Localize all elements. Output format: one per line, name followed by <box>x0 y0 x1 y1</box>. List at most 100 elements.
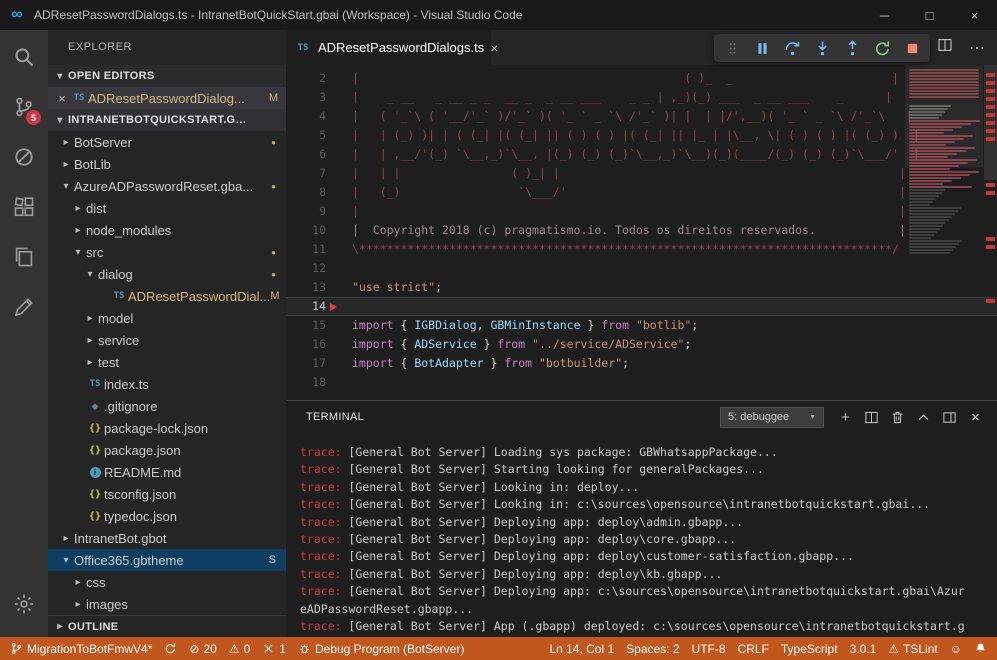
minimap[interactable] <box>905 65 983 400</box>
editor[interactable]: 2| ( )_ _ |3| _ __ _ __ _ _ __ _ _ __ __… <box>286 65 997 400</box>
code-line-9[interactable]: 9| | <box>286 202 997 221</box>
status-language-mode[interactable]: TypeScript <box>775 637 844 660</box>
settings-icon[interactable] <box>0 579 48 629</box>
step-over-icon[interactable] <box>777 35 807 61</box>
tree-item-azureadpasswordreset-gba[interactable]: ▾AzureADPasswordReset.gba...● <box>48 175 286 197</box>
tree-item-botserver[interactable]: ▸BotServer● <box>48 131 286 153</box>
gutter <box>326 145 352 164</box>
tab-terminal[interactable]: TERMINAL <box>298 411 372 423</box>
tree-item-office365-gbtheme[interactable]: ▾Office365.gbthemeS <box>48 549 286 571</box>
code-line-3[interactable]: 3| _ __ _ __ _ _ __ _ _ __ ___ _ _ | ,_)… <box>286 88 997 107</box>
tree-item-model[interactable]: ▸model <box>48 307 286 329</box>
step-out-icon[interactable] <box>837 35 867 61</box>
terminal-output[interactable]: trace: [General Bot Server] Loading sys … <box>286 433 997 637</box>
status-errors[interactable]: ⊘20 <box>183 637 222 660</box>
maximize-panel-icon[interactable] <box>914 407 933 427</box>
status-indentation[interactable]: Spaces: 2 <box>620 637 685 660</box>
tree-item-label: dialog <box>98 267 133 282</box>
code-line-11[interactable]: 11\*************************************… <box>286 240 997 259</box>
workspace-header[interactable]: ▾ INTRANETBOTQUICKSTART.GBAI (WO... <box>48 109 286 131</box>
code-line-13[interactable]: 13"use strict"; <box>286 278 997 297</box>
status-encoding[interactable]: UTF-8 <box>686 637 732 660</box>
minimap-line <box>909 69 979 71</box>
tree-item-readme-md[interactable]: iREADME.md <box>48 461 286 483</box>
new-terminal-icon[interactable]: + <box>836 407 855 427</box>
terminal-selector[interactable]: 5: debuggee ▼ <box>720 407 824 428</box>
step-into-icon[interactable] <box>807 35 837 61</box>
code-line-5[interactable]: 5| | (_) )| | ( (_| |( (_| || ( ) ( ) |(… <box>286 126 997 145</box>
code-line-15[interactable]: 15import { IGBDialog, GBMinInstance } fr… <box>286 316 997 335</box>
split-editor-icon[interactable] <box>937 37 953 58</box>
status-cursor-position[interactable]: Ln 14, Col 1 <box>543 637 620 660</box>
edits-icon[interactable] <box>0 282 48 332</box>
tree-item-botlib[interactable]: ▸BotLib <box>48 153 286 175</box>
token: } <box>477 337 498 351</box>
minimap-line <box>909 216 952 218</box>
status-notifications[interactable] <box>968 637 993 660</box>
maximize-button[interactable]: □ <box>907 0 952 30</box>
more-actions-icon[interactable]: ⋯ <box>969 38 985 58</box>
kill-terminal-icon[interactable] <box>888 407 907 427</box>
tree-item-label: service <box>98 333 139 348</box>
tree-item-package-json[interactable]: {}package.json <box>48 439 286 461</box>
window-title: ADResetPasswordDialogs.ts - IntranetBotQ… <box>34 8 522 22</box>
code-line-8[interactable]: 8| (_) `\___/' | <box>286 183 997 202</box>
pause-icon[interactable] <box>747 35 777 61</box>
overview-ruler[interactable] <box>983 65 997 400</box>
extensions-icon[interactable] <box>0 182 48 232</box>
tree-item-node-modules[interactable]: ▸node_modules <box>48 219 286 241</box>
status-feedback[interactable]: ☺ <box>944 637 968 660</box>
gutter <box>326 164 352 183</box>
status-tslint[interactable]: ⚠TSLint <box>882 637 943 660</box>
code-line-14[interactable]: 14 <box>286 297 997 316</box>
code-line-4[interactable]: 4| ( '_`\ ( '__/'_` )/'_` )( '_ ` _ `\ /… <box>286 107 997 126</box>
tab-adresetpassworddialogs[interactable]: TS ADResetPasswordDialogs.ts × <box>286 30 491 65</box>
debug-icon[interactable] <box>0 132 48 182</box>
tree-item-adresetpassworddial[interactable]: TSADResetPasswordDial...M <box>48 285 286 307</box>
tree-item-package-lock-json[interactable]: {}package-lock.json <box>48 417 286 439</box>
gutter <box>326 259 352 278</box>
code-line-10[interactable]: 10| Copyright 2018 (c) pragmatismo.io. T… <box>286 221 997 240</box>
status-eol[interactable]: CRLF <box>732 637 775 660</box>
status-sync[interactable] <box>158 637 183 660</box>
open-editors-header[interactable]: ▾ OPEN EDITORS <box>48 65 286 87</box>
status-git-branch[interactable]: MigrationToBotFmwV4* <box>4 637 158 660</box>
code-line-12[interactable]: 12 <box>286 259 997 278</box>
code-line-18[interactable]: 18 <box>286 373 997 392</box>
tree-item-dialog[interactable]: ▾dialog● <box>48 263 286 285</box>
close-icon[interactable]: × <box>54 91 70 106</box>
status-tasks[interactable]: 1 <box>256 637 292 660</box>
close-button[interactable]: × <box>952 0 997 30</box>
tree-item-images[interactable]: ▸images <box>48 593 286 615</box>
tree-item-service[interactable]: ▸service <box>48 329 286 351</box>
restart-icon[interactable] <box>867 35 897 61</box>
move-panel-icon[interactable] <box>940 407 959 427</box>
tree-item-tsconfig-json[interactable]: {}tsconfig.json <box>48 483 286 505</box>
tree-item-css[interactable]: ▸css <box>48 571 286 593</box>
source-control-icon[interactable]: 5 <box>0 82 48 132</box>
outline-header[interactable]: ▸ OUTLINE <box>48 615 286 637</box>
close-panel-icon[interactable]: × <box>966 407 985 427</box>
status-warnings[interactable]: ⚠0 <box>223 637 256 660</box>
tree-item-dist[interactable]: ▸dist <box>48 197 286 219</box>
files-icon[interactable] <box>0 232 48 282</box>
code-line-7[interactable]: 7| | | ( )_| | | <box>286 164 997 183</box>
tree-item-gitignore[interactable]: ◆.gitignore <box>48 395 286 417</box>
search-icon[interactable] <box>0 32 48 82</box>
split-terminal-icon[interactable] <box>862 407 881 427</box>
code-line-2[interactable]: 2| ( )_ _ | <box>286 69 997 88</box>
tree-item-test[interactable]: ▸test <box>48 351 286 373</box>
tree-item-typedoc-json[interactable]: {}typedoc.json <box>48 505 286 527</box>
minimize-button[interactable]: ─ <box>862 0 907 30</box>
tree-item-src[interactable]: ▾src● <box>48 241 286 263</box>
code-line-17[interactable]: 17import { BotAdapter } from "botbuilder… <box>286 354 997 373</box>
tree-item-intranetbot-gbot[interactable]: ▸IntranetBot.gbot <box>48 527 286 549</box>
status-debug-status[interactable]: Debug Program (BotServer) <box>292 637 470 660</box>
stop-icon[interactable] <box>897 35 927 61</box>
code-line-16[interactable]: 16import { ADService } from "../service/… <box>286 335 997 354</box>
code-line-6[interactable]: 6| | ,__/'(_) `\__,_)`\__, |(_) (_) (_)`… <box>286 145 997 164</box>
close-tab-icon[interactable]: × <box>490 40 498 56</box>
open-editor-item[interactable]: ×TSADResetPasswordDialog...M <box>48 87 286 109</box>
status-ts-version[interactable]: 3.0.1 <box>844 637 883 660</box>
tree-item-index-ts[interactable]: TSindex.ts <box>48 373 286 395</box>
